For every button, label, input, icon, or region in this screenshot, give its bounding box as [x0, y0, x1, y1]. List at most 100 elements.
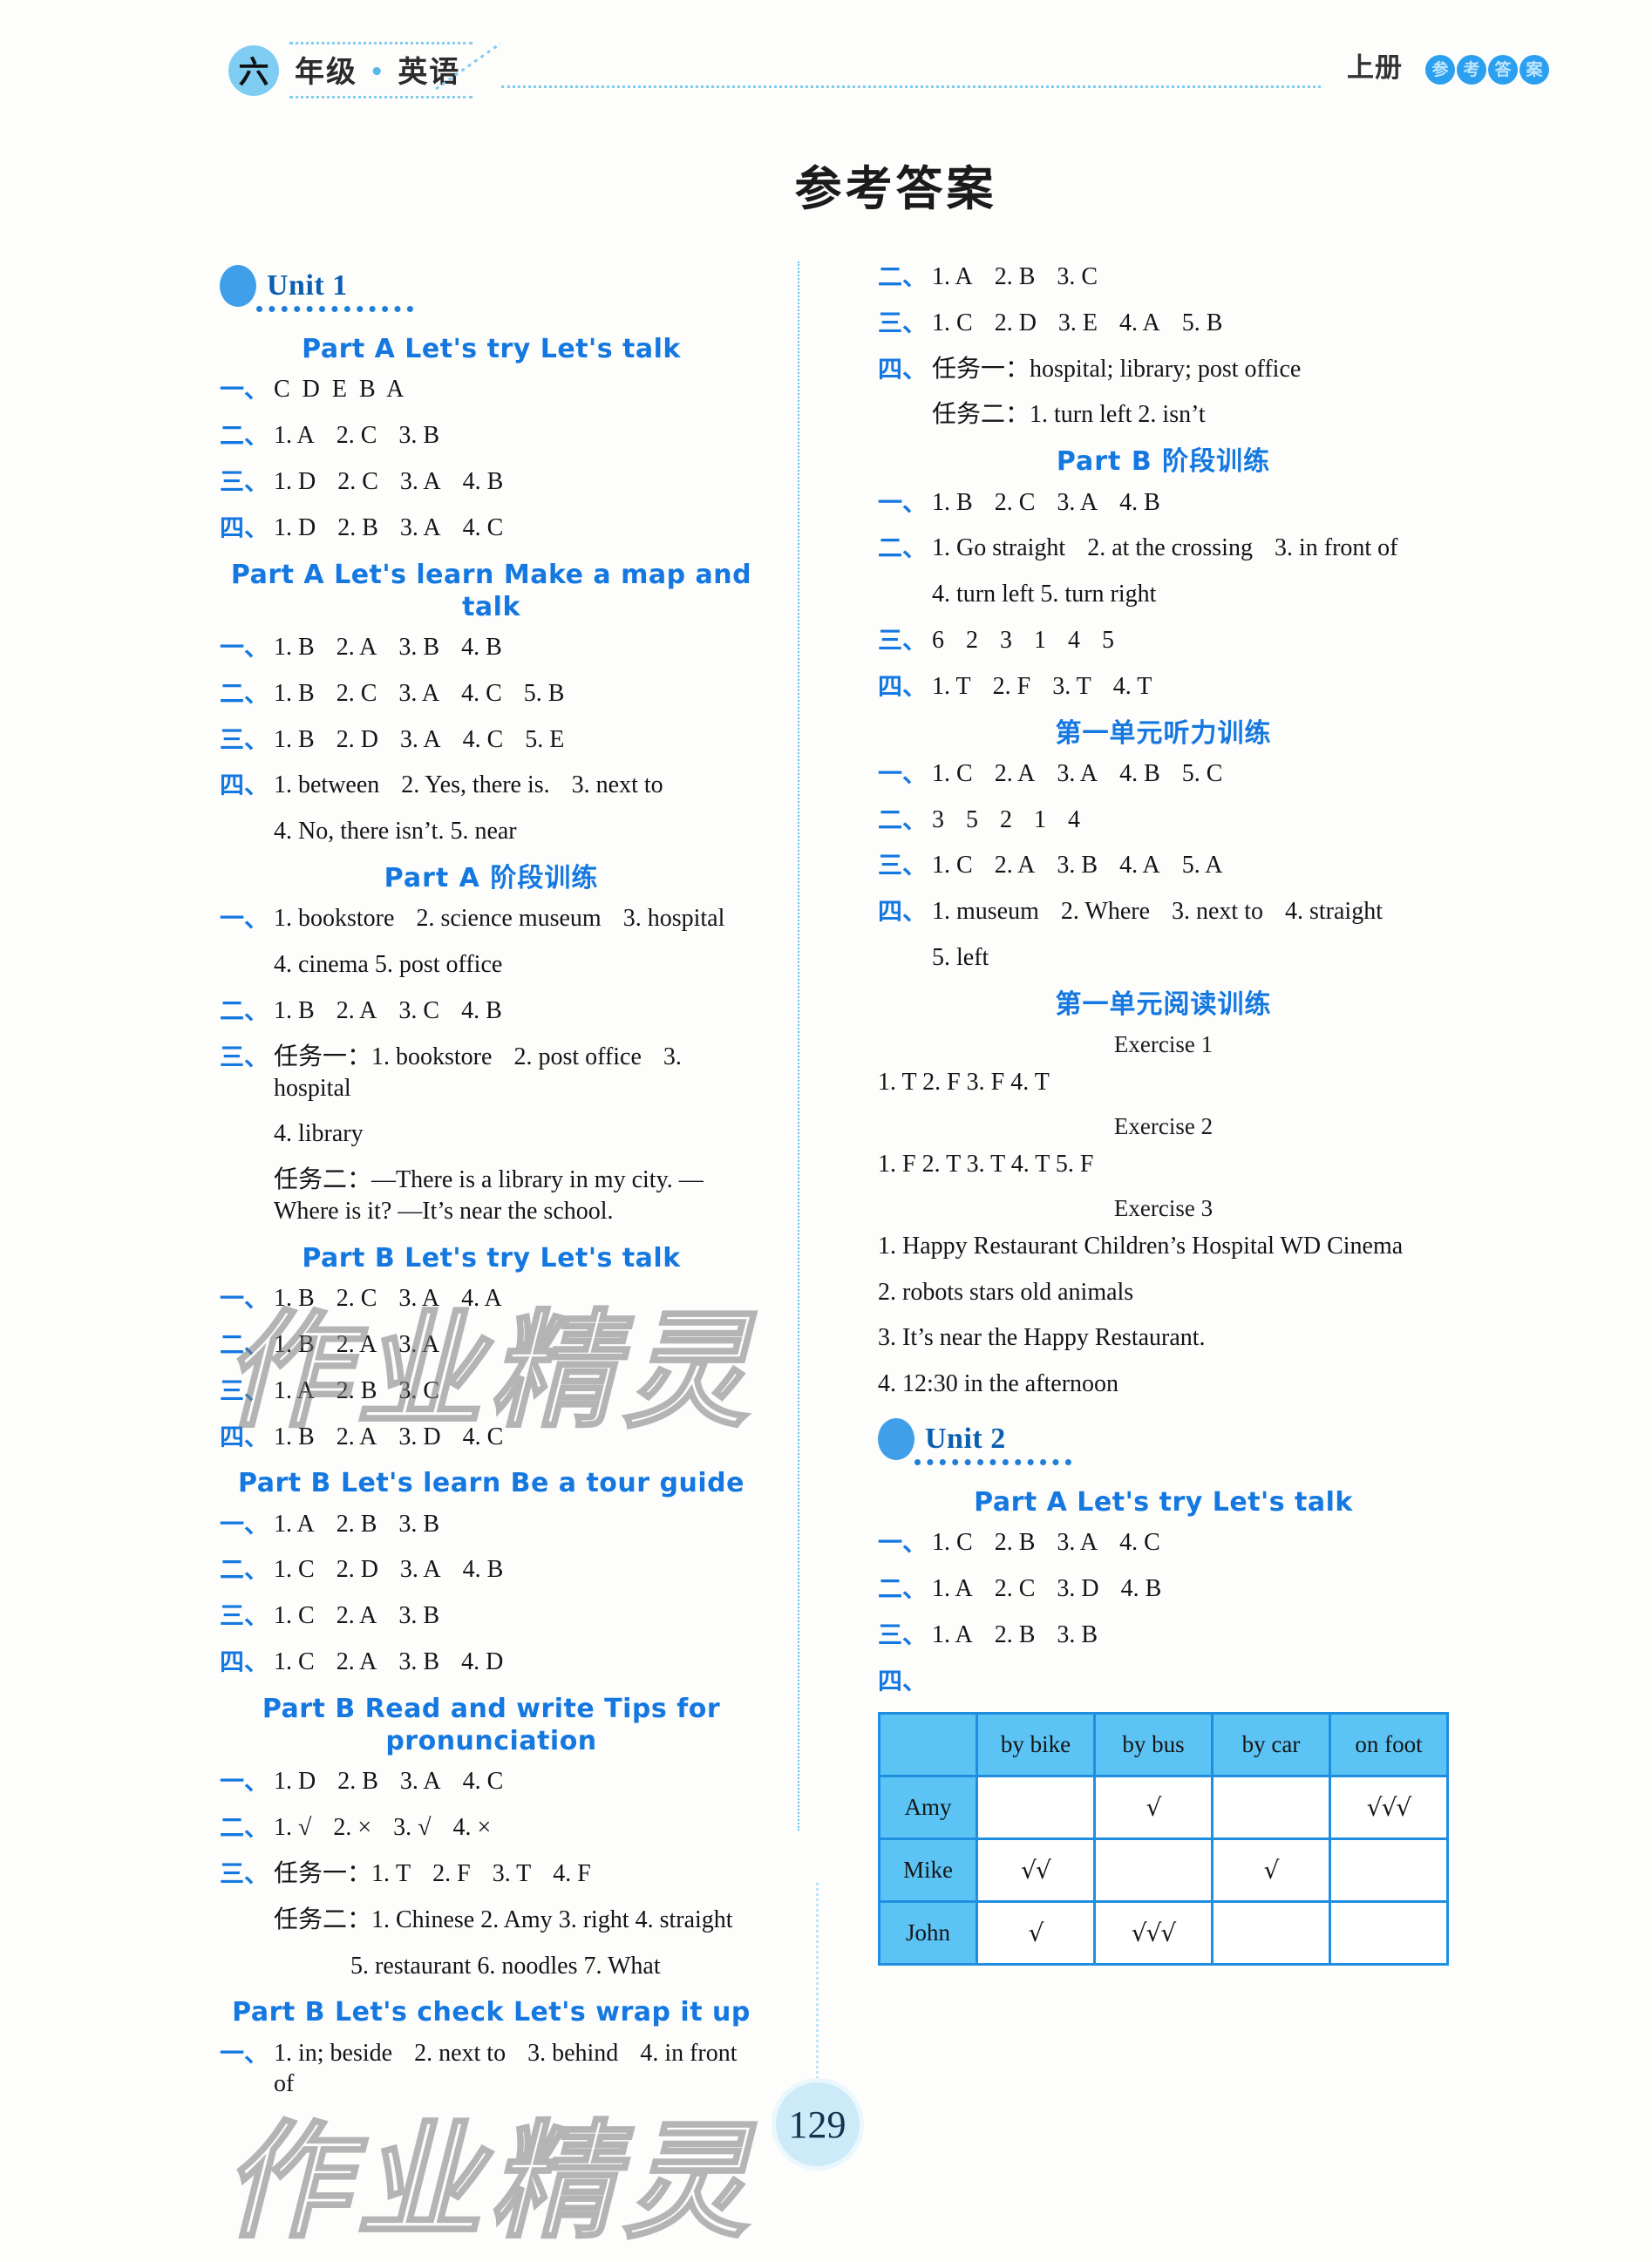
answer-row-number: 四、: [878, 354, 928, 384]
table-column-header: by bus: [1093, 1711, 1214, 1777]
answer-row: 三、 1. D 2. C 3. A 4. B: [220, 466, 763, 498]
answer-line: 2. robots stars old animals: [878, 1278, 1134, 1306]
section-heading-line: Part B Let's try Let's talk: [302, 1242, 681, 1274]
answer-row: 二、 1. B 2. A 3. A: [220, 1329, 763, 1361]
answer-row-text: 1. A 2. C 3. B: [274, 422, 440, 450]
answer-row-number: 一、: [220, 1284, 269, 1314]
answer-row-text: 1. B 2. A 3. C 4. B: [274, 996, 502, 1024]
table-cell: √: [1093, 1774, 1214, 1840]
answer-row-number: 四、: [220, 1647, 269, 1676]
answer-row: 三、 1. C 2. A 3. B: [220, 1600, 763, 1632]
table-row: Amy √ √√√: [878, 1774, 1449, 1840]
answer-row: 三、 1. A 2. B 3. B: [878, 1620, 1449, 1651]
answer-row-text: 1. D 2. B 3. A 4. C: [274, 1768, 504, 1796]
unit-bullet-icon: [878, 1418, 914, 1461]
answer-row-text: 1. bookstore 2. science museum 3. hospit…: [274, 905, 725, 933]
answer-row-text: 1. A 2. B 3. C: [274, 1376, 440, 1404]
answer-continuation: 4. No, there isn’t. 5. near: [274, 818, 517, 846]
answer-row-number: 三、: [220, 1042, 269, 1071]
answer-row-number: 四、: [878, 671, 928, 701]
answer-row-number: 三、: [878, 851, 928, 880]
answer-row-text: 1. B 2. C 3. A 4. C 5. B: [274, 679, 565, 707]
answer-row-text: 任务一：1. bookstore 2. post office 3. hospi…: [274, 1043, 682, 1102]
unit-label: Unit 2: [925, 1423, 1006, 1456]
section-heading: Part B Let's learn Be a tour guide: [220, 1467, 763, 1499]
answer-row: 二、 1. C 2. D 3. A 4. B: [220, 1554, 763, 1586]
column-divider: [798, 262, 799, 1831]
unit-label: Unit 1: [267, 269, 348, 302]
answer-row-text: 任务一：1. T 2. F 3. T 4. F: [274, 1859, 591, 1887]
grade-badge: 六: [228, 44, 279, 96]
answer-row-text: 1. D 2. B 3. A 4. C: [274, 513, 504, 541]
answer-row-number: 一、: [878, 487, 928, 517]
table-cell: [1329, 1837, 1449, 1903]
answer-row: 三、 任务一：1. bookstore 2. post office 3. hos…: [220, 1042, 763, 1104]
answer-row-text: 1. C 2. D 3. A 4. B: [274, 1556, 504, 1584]
unit-dotted-underline: [256, 306, 413, 312]
answer-row-text: 1. T 2. F 3. T 4. T: [932, 672, 1152, 700]
answer-row-text: 1. between 2. Yes, there is. 3. next to: [274, 771, 663, 799]
answer-char-3: 答: [1488, 55, 1518, 85]
section-heading: Part A Let's try Let's talk: [220, 333, 763, 365]
answer-row: 三、 1. C 2. D 3. E 4. A 5. B: [878, 308, 1449, 339]
answer-row-number: 二、: [220, 1813, 269, 1843]
section-heading-line: pronunciation: [385, 1726, 597, 1757]
transport-survey-table: by bike by bus by car on foot Amy √ √√√ Mike √√ √…: [878, 1711, 1449, 1966]
answer-row-number: 一、: [220, 2038, 269, 2068]
section-heading: Part A Let's learn Make a map and talk: [220, 559, 763, 623]
unit-heading: Unit 1: [220, 262, 763, 312]
section-heading: Part B Let's try Let's talk: [220, 1242, 763, 1274]
answer-row: 一、 1. B 2. C 3. A 4. B: [878, 487, 1449, 519]
header-answer-chars: 参 考 答 案: [1425, 55, 1549, 85]
unit-heading: Unit 2: [878, 1415, 1449, 1466]
answer-row-text: 1. B 2. D 3. A 4. C 5. E: [274, 725, 565, 753]
answer-row-number: 一、: [878, 758, 928, 788]
answer-row: 二、 1. A 2. C 3. B: [220, 420, 763, 452]
answer-row: 四、 1. D 2. B 3. A 4. C: [220, 513, 763, 544]
answer-row-number: 二、: [220, 678, 269, 708]
section-heading-line: Part A Let's learn Make a map and talk: [230, 559, 752, 622]
answer-row-number: 一、: [878, 1528, 928, 1558]
table-cell: √: [976, 1899, 1096, 1966]
section-heading: Part B 阶段训练: [878, 445, 1449, 478]
check-mark-icon: √: [1146, 1792, 1162, 1822]
section-heading: Part B Let's check Let's wrap it up: [220, 1996, 763, 2028]
section-heading-line: Part A Let's try Let's talk: [974, 1487, 1353, 1518]
volume-label: 上册: [1347, 52, 1403, 84]
answer-row-number: 一、: [220, 1509, 269, 1539]
answer-line: 3. It’s near the Happy Restaurant.: [878, 1324, 1206, 1352]
answer-row: 一、 1. C 2. B 3. A 4. C: [878, 1527, 1449, 1559]
answer-row: 四、 1. T 2. F 3. T 4. T: [878, 671, 1449, 703]
table-row-header: Mike: [878, 1837, 978, 1903]
table-row: John √ √√√: [878, 1899, 1449, 1966]
check-mark-icon: √: [1028, 1918, 1044, 1947]
answer-row-text: 1. C 2. A 3. A 4. B 5. C: [932, 759, 1223, 787]
answer-row-number: 三、: [220, 1858, 269, 1888]
answer-row-number: 三、: [220, 1601, 269, 1631]
answer-row: 二、 1. B 2. C 3. A 4. C 5. B: [220, 678, 763, 710]
answer-row: 二、 1. A 2. B 3. C: [878, 262, 1449, 293]
answer-row-number: 三、: [220, 466, 269, 496]
answer-row-text: 1. B 2. C 3. A 4. B: [932, 488, 1160, 516]
answer-row: 三、 1. C 2. A 3. B 4. A 5. A: [878, 850, 1449, 881]
unit-dotted-underline: [914, 1459, 1071, 1466]
answer-row-text: 1. B 2. C 3. A 4. A: [274, 1285, 502, 1313]
answer-row-text: 1. C 2. A 3. B 4. A 5. A: [932, 852, 1223, 880]
answer-row: 一、 1. bookstore 2. science museum 3. hosp…: [220, 903, 763, 934]
table-row: Mike √√ √: [878, 1837, 1449, 1903]
answer-line: 1. Happy Restaurant Children’s Hospital …: [878, 1232, 1404, 1260]
answer-row-number: 三、: [220, 1376, 269, 1405]
answer-row-text: 1. A 2. B 3. B: [274, 1510, 440, 1538]
answer-row-number: 一、: [220, 375, 269, 404]
section-heading-line: 第一单元阅读训练: [1055, 988, 1272, 1020]
answer-row-number: 二、: [878, 1574, 928, 1604]
answer-row-text: C D E B A: [274, 376, 405, 404]
answer-row-number: 二、: [220, 1555, 269, 1585]
answer-continuation: 5. left: [932, 944, 989, 972]
table-column-header: by bike: [976, 1711, 1096, 1777]
answer-row-number: 三、: [878, 1620, 928, 1649]
grade-text: 年级: [295, 55, 357, 90]
table-cell: [1211, 1774, 1331, 1840]
answer-row-text: 1. C 2. A 3. B 4. D: [274, 1648, 504, 1675]
check-mark-icon: √: [1263, 1855, 1280, 1885]
